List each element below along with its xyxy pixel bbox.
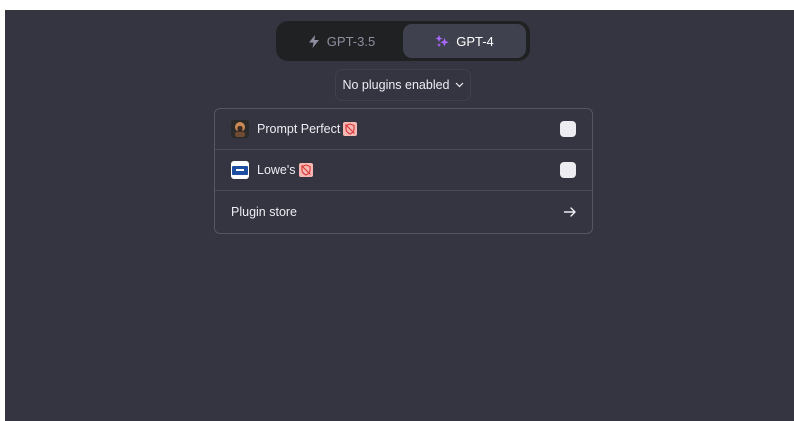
- plugin-store-link[interactable]: Plugin store: [215, 191, 592, 233]
- plugin-name: Prompt Perfect: [257, 122, 341, 136]
- lightning-icon: [308, 34, 320, 48]
- prompt-perfect-logo: [231, 120, 249, 138]
- plugin-list-panel: Prompt Perfect Lowe's Plugin store: [214, 108, 593, 234]
- chat-canvas: GPT-3.5 GPT-4 No plugins enabled Prompt …: [5, 10, 794, 421]
- plugin-name: Lowe's: [257, 163, 296, 177]
- unverified-icon: [298, 163, 313, 177]
- model-selector: GPT-3.5 GPT-4: [276, 21, 530, 61]
- gpt-3-5-tab[interactable]: GPT-3.5: [280, 24, 403, 58]
- plugins-dropdown[interactable]: No plugins enabled: [335, 69, 471, 101]
- arrow-right-icon: [562, 204, 578, 220]
- gpt-3-5-label: GPT-3.5: [326, 33, 376, 49]
- unverified-icon: [343, 122, 358, 136]
- plugin-row-lowes[interactable]: Lowe's: [215, 150, 592, 191]
- gpt-4-tab[interactable]: GPT-4: [403, 24, 526, 58]
- chevron-down-icon: [455, 82, 464, 88]
- gpt-4-label: GPT-4: [456, 33, 494, 49]
- plugin-checkbox-lowes[interactable]: [560, 162, 576, 178]
- plugin-row-prompt-perfect[interactable]: Prompt Perfect: [215, 109, 592, 150]
- plugin-checkbox-prompt-perfect[interactable]: [560, 121, 576, 137]
- plugins-dropdown-label: No plugins enabled: [342, 78, 450, 92]
- lowes-logo: [231, 161, 249, 179]
- sparkle-icon: [435, 34, 449, 48]
- plugin-store-label: Plugin store: [231, 205, 298, 219]
